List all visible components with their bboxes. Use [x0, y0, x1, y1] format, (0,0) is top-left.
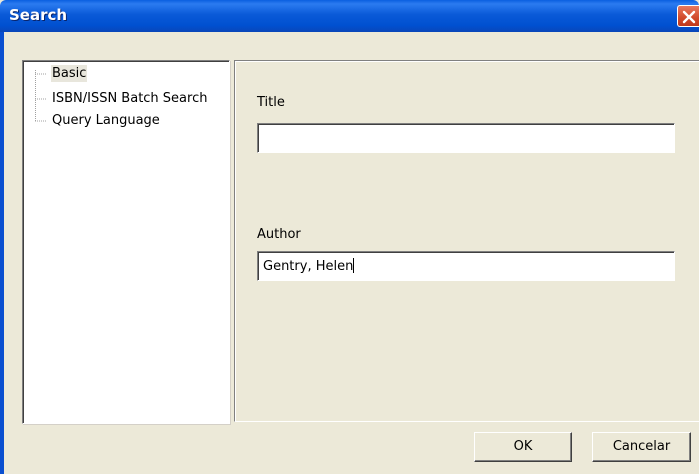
ok-button[interactable]: OK — [474, 432, 572, 462]
window-title: Search — [9, 6, 68, 24]
tree-branch-icon — [35, 73, 47, 75]
close-button[interactable] — [677, 5, 699, 27]
tree-item-label: Query Language — [52, 113, 160, 128]
tree-item-basic[interactable]: Basic — [23, 65, 223, 83]
search-type-tree[interactable]: Basic ISBN/ISSN Batch Search Query Langu… — [22, 60, 230, 424]
tree-branch-icon — [35, 120, 47, 122]
author-input-value: Gentry, Helen — [263, 259, 354, 274]
close-icon — [682, 10, 696, 24]
tree-item-label: Basic — [51, 65, 88, 82]
author-input[interactable]: Gentry, Helen — [257, 251, 675, 281]
author-label: Author — [257, 227, 301, 242]
cancel-button[interactable]: Cancelar — [592, 432, 691, 462]
tree-item-isbn-issn-batch-search[interactable]: ISBN/ISSN Batch Search — [23, 90, 223, 108]
title-bar[interactable]: Search — [0, 0, 699, 32]
title-label: Title — [257, 95, 285, 110]
tree-branch-icon — [35, 98, 47, 100]
text-caret — [353, 258, 355, 273]
search-dialog: Search Basic ISBN/ISSN Batch Search Quer… — [0, 0, 699, 474]
window-frame-left — [0, 32, 4, 474]
tree-item-label: ISBN/ISSN Batch Search — [52, 91, 208, 106]
basic-search-panel: Title Author Gentry, Helen — [234, 60, 699, 422]
title-input[interactable] — [257, 123, 675, 153]
tree-item-query-language[interactable]: Query Language — [23, 112, 223, 130]
